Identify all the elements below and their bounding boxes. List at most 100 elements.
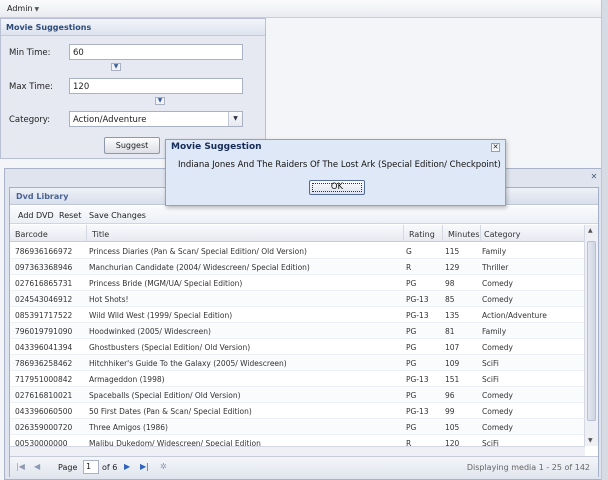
table-row[interactable]: 786936166972 Princess Diaries (Pan & Scan…: [10, 243, 585, 259]
close-icon[interactable]: ✕: [491, 143, 500, 152]
last-page-icon[interactable]: ▶|: [140, 462, 149, 471]
table-row[interactable]: 027616865731 Princess Bride (MGM/UA/ Spec…: [10, 275, 585, 291]
max-time-stepper[interactable]: ▼: [155, 97, 165, 105]
cell-minutes: 120: [445, 439, 460, 446]
column-separator[interactable]: [86, 225, 87, 242]
refresh-icon[interactable]: ✲: [160, 462, 167, 471]
first-page-icon[interactable]: |◀: [16, 462, 25, 471]
cell-category: Comedy: [482, 343, 513, 352]
movie-suggestions-panel: Movie Suggestions Min Time: 60 ▼ Max Tim…: [0, 18, 266, 159]
cell-title: 50 First Dates (Pan & Scan/ Special Edit…: [89, 407, 252, 416]
column-header-barcode[interactable]: Barcode: [15, 230, 48, 239]
cell-barcode: 00530000000: [15, 439, 68, 446]
cell-rating: R: [406, 439, 412, 446]
chevron-down-icon: ▼: [113, 63, 119, 70]
cell-minutes: 115: [445, 247, 460, 256]
dvd-library-grid: Dvd Library Add DVD Reset Save Changes B…: [9, 187, 599, 477]
cell-minutes: 107: [445, 343, 460, 352]
cell-barcode: 026359000720: [15, 423, 73, 432]
chevron-down-icon: ▼: [34, 6, 40, 13]
page-number-input[interactable]: 1: [83, 460, 99, 474]
column-separator[interactable]: [480, 225, 481, 242]
table-row[interactable]: 085391717522 Wild Wild West (1999/ Specia…: [10, 307, 585, 323]
column-separator[interactable]: [403, 225, 404, 242]
category-label: Category:: [9, 115, 51, 125]
cell-category: Action/Adventure: [482, 311, 547, 320]
cell-barcode: 097363368946: [15, 263, 73, 272]
reset-button[interactable]: Reset: [59, 211, 81, 220]
table-row[interactable]: 786936258462 Hitchhiker's Guide To the Ga…: [10, 355, 585, 371]
table-row[interactable]: 097363368946 Manchurian Candidate (2004/ …: [10, 259, 585, 275]
cell-minutes: 85: [445, 295, 455, 304]
table-row[interactable]: 043396060500 50 First Dates (Pan & Scan/ …: [10, 403, 585, 419]
cell-barcode: 796019791090: [15, 327, 73, 336]
movie-suggestion-dialog: Movie Suggestion ✕ Indiana Jones And The…: [165, 139, 506, 206]
column-separator[interactable]: [442, 225, 443, 242]
table-row[interactable]: 027616810021 Spaceballs (Special Edition/…: [10, 387, 585, 403]
min-time-input[interactable]: 60: [69, 44, 243, 60]
cell-category: SciFi: [482, 439, 499, 446]
chevron-down-icon[interactable]: ▼: [228, 112, 242, 126]
paging-status: Displaying media 1 - 25 of 142: [466, 463, 590, 472]
page-count-label: of 6: [102, 463, 118, 472]
cell-title: Wild Wild West (1999/ Special Edition): [89, 311, 233, 320]
table-row[interactable]: 026359000720 Three Amigos (1986) PG 105 Come…: [10, 419, 585, 435]
table-row[interactable]: 796019791090 Hoodwinked (2005/ Widescreen…: [10, 323, 585, 339]
cell-rating: PG: [406, 359, 417, 368]
cell-barcode: 024543046912: [15, 295, 73, 304]
min-time-stepper[interactable]: ▼: [111, 63, 121, 71]
chevron-up-icon[interactable]: ▲: [588, 227, 593, 234]
top-menu-bar: Admin ▼: [0, 0, 608, 18]
save-changes-button[interactable]: Save Changes: [89, 211, 146, 220]
cell-category: Comedy: [482, 407, 513, 416]
ok-button[interactable]: OK: [309, 180, 365, 195]
table-row[interactable]: 717951000842 Armageddon (1998) PG-13 151 Sci…: [10, 371, 585, 387]
cell-category: Comedy: [482, 391, 513, 400]
table-row[interactable]: 00530000000 Malibu Dukedom/ Widescreen/ S…: [10, 435, 585, 446]
cell-title: Malibu Dukedom/ Widescreen/ Special Edit…: [89, 439, 261, 446]
cell-rating: PG-13: [406, 375, 429, 384]
cell-title: Ghostbusters (Special Edition/ Old Versi…: [89, 343, 251, 352]
column-header-rating[interactable]: Rating: [409, 230, 435, 239]
vertical-scrollbar[interactable]: ▲ ▼: [584, 225, 598, 446]
chevron-down-icon[interactable]: ▼: [588, 437, 593, 444]
cell-rating: G: [406, 247, 412, 256]
cell-rating: PG-13: [406, 407, 429, 416]
close-icon[interactable]: ✕: [589, 172, 599, 182]
cell-title: Three Amigos (1986): [89, 423, 168, 432]
dialog-message: Indiana Jones And The Raiders Of The Los…: [178, 160, 501, 170]
cell-title: Princess Bride (MGM/UA/ Special Edition): [89, 279, 243, 288]
column-header-row: Barcode Title Rating Minutes Category: [10, 225, 585, 242]
cell-minutes: 105: [445, 423, 460, 432]
cell-barcode: 085391717522: [15, 311, 73, 320]
previous-page-icon[interactable]: ◀: [34, 462, 40, 471]
min-time-label: Min Time:: [9, 48, 51, 58]
add-dvd-button[interactable]: Add DVD: [18, 211, 54, 220]
scrollbar-thumb[interactable]: [587, 241, 596, 421]
suggest-button[interactable]: Suggest: [104, 137, 160, 154]
cell-title: Hot Shots!: [89, 295, 129, 304]
horizontal-scrollbar[interactable]: [10, 446, 585, 456]
cell-title: Hitchhiker's Guide To the Galaxy (2005/ …: [89, 359, 287, 368]
column-header-minutes[interactable]: Minutes: [448, 230, 480, 239]
dialog-title: Movie Suggestion: [171, 142, 262, 152]
table-row[interactable]: 024543046912 Hot Shots! PG-13 85 Comedy: [10, 291, 585, 307]
category-select[interactable]: Action/Adventure ▼: [69, 111, 243, 127]
right-border: [601, 0, 608, 480]
category-selected-value: Action/Adventure: [73, 115, 147, 125]
cell-minutes: 129: [445, 263, 460, 272]
table-row[interactable]: 043396041394 Ghostbusters (Special Editio…: [10, 339, 585, 355]
next-page-icon[interactable]: ▶: [124, 462, 130, 471]
cell-rating: R: [406, 263, 412, 272]
cell-category: Family: [482, 327, 507, 336]
panel-title: Movie Suggestions: [1, 19, 265, 36]
admin-menu[interactable]: Admin ▼: [7, 4, 39, 13]
column-header-category[interactable]: Category: [484, 230, 521, 239]
cell-rating: PG: [406, 343, 417, 352]
cell-minutes: 135: [445, 311, 460, 320]
cell-barcode: 027616865731: [15, 279, 73, 288]
cell-minutes: 109: [445, 359, 460, 368]
column-header-title[interactable]: Title: [92, 230, 109, 239]
cell-rating: PG-13: [406, 295, 429, 304]
max-time-input[interactable]: 120: [69, 78, 243, 94]
